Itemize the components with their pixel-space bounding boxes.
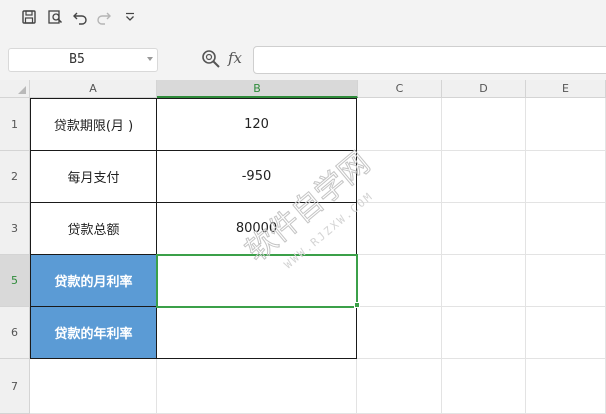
cell-a2[interactable]: 每月支付 <box>30 151 157 203</box>
cell-c7[interactable] <box>357 359 442 414</box>
cell-d5[interactable] <box>442 255 526 307</box>
select-all-corner[interactable] <box>0 80 30 98</box>
cell-b1[interactable]: 120 <box>157 98 357 151</box>
column-header-e[interactable]: E <box>526 80 606 98</box>
cell-b2[interactable]: -950 <box>157 151 357 203</box>
cell-c5[interactable] <box>357 255 442 307</box>
cell-c6[interactable] <box>357 307 442 359</box>
cell-d2[interactable] <box>442 151 526 203</box>
cell-a6[interactable]: 贷款的年利率 <box>30 307 157 359</box>
redo-icon[interactable] <box>93 6 115 28</box>
cell-c1[interactable] <box>357 98 442 151</box>
cell-e7[interactable] <box>526 359 606 414</box>
select-all-icon <box>18 86 26 94</box>
cell-a1[interactable]: 贷款期限(月 ) <box>30 98 157 151</box>
print-preview-icon[interactable] <box>44 6 66 28</box>
cell-e2[interactable] <box>526 151 606 203</box>
formula-bar: B5 fx <box>0 40 606 80</box>
undo-icon[interactable] <box>69 6 91 28</box>
quick-access-toolbar <box>0 0 606 40</box>
active-cell-selection[interactable] <box>156 254 358 308</box>
cell-e5[interactable] <box>526 255 606 307</box>
cell-c2[interactable] <box>357 151 442 203</box>
column-header-c[interactable]: C <box>358 80 442 98</box>
column-header-b[interactable]: B <box>157 80 358 98</box>
cell-b7[interactable] <box>157 359 357 414</box>
row-header-1[interactable]: 1 <box>0 98 30 151</box>
cell-d3[interactable] <box>442 203 526 255</box>
row-header-3[interactable]: 3 <box>0 203 30 255</box>
row-header-7[interactable]: 7 <box>0 359 30 414</box>
row-header-5[interactable]: 5 <box>0 255 30 307</box>
column-header-a[interactable]: A <box>30 80 157 98</box>
cell-a3[interactable]: 贷款总额 <box>30 203 157 255</box>
cell-e1[interactable] <box>526 98 606 151</box>
cell-c3[interactable] <box>357 203 442 255</box>
column-header-d[interactable]: D <box>442 80 526 98</box>
cell-b3[interactable]: 80000 <box>157 203 357 255</box>
zoom-icon[interactable] <box>200 48 222 70</box>
chevron-down-icon[interactable] <box>147 57 153 61</box>
cell-e3[interactable] <box>526 203 606 255</box>
row-header-2[interactable]: 2 <box>0 151 30 203</box>
name-box[interactable]: B5 <box>8 48 158 72</box>
cell-d6[interactable] <box>442 307 526 359</box>
cell-d7[interactable] <box>442 359 526 414</box>
save-icon[interactable] <box>18 6 40 28</box>
fx-icon[interactable]: fx <box>228 49 242 67</box>
cell-e6[interactable] <box>526 307 606 359</box>
fill-handle[interactable] <box>354 302 360 308</box>
cell-a7[interactable] <box>30 359 157 414</box>
customize-icon[interactable] <box>119 6 141 28</box>
cell-d1[interactable] <box>442 98 526 151</box>
cell-b6[interactable] <box>157 307 357 359</box>
name-box-value: B5 <box>69 52 85 67</box>
row-header-6[interactable]: 6 <box>0 307 30 359</box>
formula-input[interactable] <box>253 46 606 74</box>
cell-a5[interactable]: 贷款的月利率 <box>30 255 157 307</box>
